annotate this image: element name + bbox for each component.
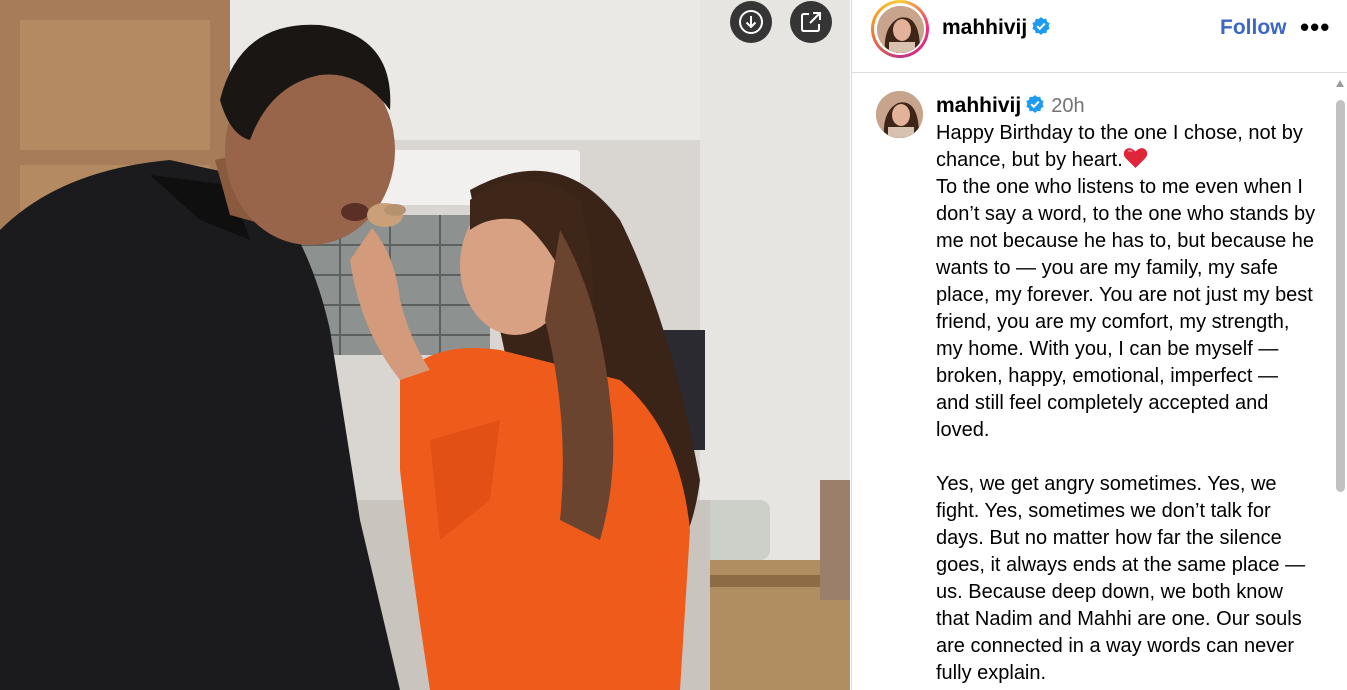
- caption-paragraph-1: To the one who listens to me even when I…: [936, 176, 1316, 441]
- caption-paragraph-2: Yes, we get angry sometimes. Yes, we fig…: [936, 473, 1306, 684]
- caption-line-1: Happy Birthday to the one I chose, not b…: [936, 122, 1303, 171]
- story-ring[interactable]: [871, 0, 929, 58]
- external-link-icon: [801, 12, 821, 32]
- caption-username[interactable]: mahhivij: [936, 94, 1021, 117]
- username-text[interactable]: mahhivij: [942, 16, 1027, 39]
- caption-author: mahhivij 20h: [936, 94, 1085, 118]
- scroll-up-arrow-icon[interactable]: [1336, 80, 1344, 87]
- red-heart-emoji: [1123, 148, 1148, 168]
- photo-illustration: [0, 0, 850, 690]
- more-options-button[interactable]: •••: [1300, 12, 1330, 43]
- post-author-username[interactable]: mahhivij: [942, 16, 1051, 40]
- caption-scrollbar[interactable]: [1333, 80, 1347, 690]
- download-button[interactable]: [730, 1, 772, 43]
- caption-panel: mahhivij 20h Happy Birthday to the one I…: [851, 73, 1347, 690]
- avatar-image: [876, 5, 924, 53]
- post-timestamp[interactable]: 20h: [1051, 95, 1084, 117]
- verified-badge-icon: [1032, 17, 1050, 35]
- download-icon: [739, 10, 763, 34]
- avatar[interactable]: [876, 5, 924, 53]
- caption-text: Happy Birthday to the one I chose, not b…: [936, 120, 1316, 687]
- scroll-thumb[interactable]: [1336, 100, 1345, 492]
- verified-badge-icon: [1026, 95, 1044, 113]
- post-photo[interactable]: [0, 0, 850, 690]
- caption-avatar[interactable]: [876, 91, 923, 138]
- avatar-image: [876, 91, 923, 138]
- post-header: mahhivij Follow •••: [851, 0, 1347, 73]
- open-external-button[interactable]: [790, 1, 832, 43]
- follow-button[interactable]: Follow: [1220, 16, 1287, 40]
